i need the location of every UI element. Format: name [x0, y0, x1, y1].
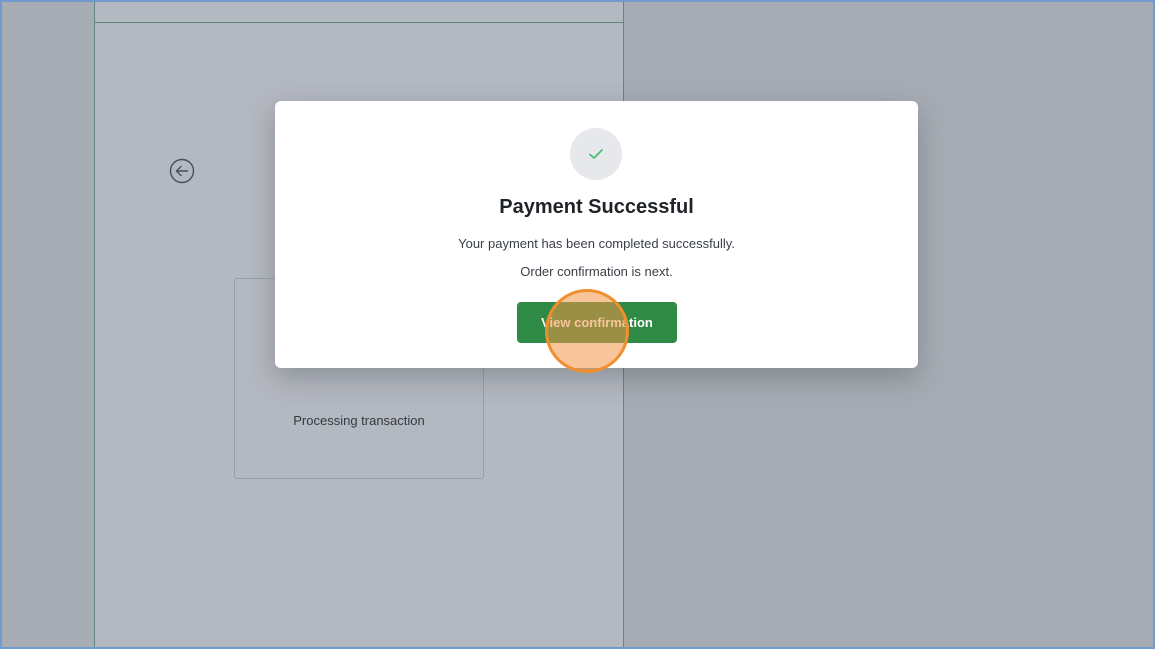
- arrow-left-circle-icon: [169, 158, 195, 184]
- screenshot-frame: Processing transaction Payment Successfu…: [0, 0, 1155, 649]
- header-divider: [95, 22, 623, 23]
- check-icon: [589, 149, 603, 159]
- processing-status-text: Processing transaction: [293, 413, 425, 428]
- dialog-title: Payment Successful: [499, 196, 694, 218]
- dialog-message-line1: Your payment has been completed successf…: [458, 236, 735, 251]
- dialog-message-line2: Order confirmation is next.: [520, 264, 673, 279]
- success-status-circle: [570, 128, 622, 180]
- back-button[interactable]: [168, 157, 196, 185]
- view-confirmation-button[interactable]: View confirmation: [517, 302, 677, 343]
- payment-success-dialog: Payment Successful Your payment has been…: [275, 101, 918, 368]
- left-gutter: [2, 2, 94, 647]
